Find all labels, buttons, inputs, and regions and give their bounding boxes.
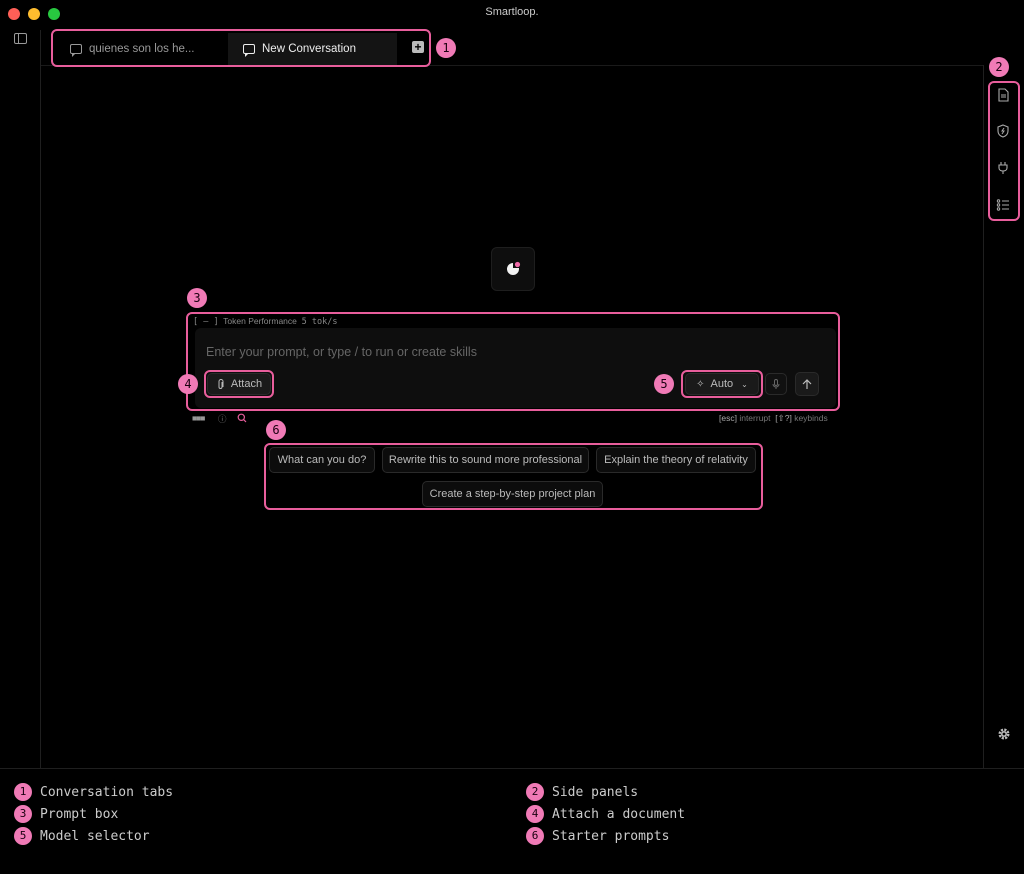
- starter-prompt[interactable]: Rewrite this to sound more professional: [382, 447, 589, 473]
- legend-label: Attach a document: [552, 806, 686, 822]
- left-divider: [40, 30, 41, 768]
- badge-6: 6: [266, 420, 286, 440]
- token-performance: [ – ] Token Performance 5 tok/s: [193, 316, 337, 327]
- logo-mark-icon: [507, 261, 521, 275]
- right-divider: [983, 65, 984, 768]
- badge-1: 1: [436, 38, 456, 58]
- help-icon[interactable]: ⓘ: [218, 413, 227, 425]
- legend-label: Prompt box: [40, 806, 119, 822]
- legend-item: 3 Prompt box: [14, 805, 118, 823]
- plug-icon[interactable]: [996, 161, 1010, 175]
- legend-badge: 4: [526, 805, 544, 823]
- hint-keybinds-key: [⇧?]: [775, 413, 792, 423]
- checklist-icon[interactable]: [996, 198, 1010, 212]
- legend-divider: [0, 768, 1024, 769]
- legend-item: 4 Attach a document: [526, 805, 685, 823]
- badge-3: 3: [187, 288, 207, 308]
- token-label: Token Performance: [223, 316, 297, 326]
- starter-prompt[interactable]: What can you do?: [269, 447, 375, 473]
- keyboard-hints: [esc] interrupt [⇧?] keybinds: [719, 413, 828, 424]
- legend-item: 1 Conversation tabs: [14, 783, 173, 801]
- hint-interrupt: interrupt: [739, 413, 771, 423]
- badge-4: 4: [178, 374, 198, 394]
- legend-label: Starter prompts: [552, 828, 670, 844]
- microphone-icon: [772, 378, 780, 389]
- legend-item: 2 Side panels: [526, 783, 638, 801]
- send-button[interactable]: [795, 372, 819, 396]
- hint-keybinds: keybinds: [794, 413, 828, 423]
- starter-prompt[interactable]: Create a step-by-step project plan: [422, 481, 603, 507]
- gear-icon[interactable]: [997, 727, 1011, 741]
- legend-item: 5 Model selector: [14, 827, 150, 845]
- microphone-button[interactable]: [765, 373, 787, 395]
- window-title: Smartloop.: [485, 6, 539, 18]
- legend-badge: 3: [14, 805, 32, 823]
- legend-label: Side panels: [552, 784, 639, 800]
- legend-badge: 5: [14, 827, 32, 845]
- legend-badge: 6: [526, 827, 544, 845]
- token-rate: 5 tok/s: [301, 317, 338, 327]
- hint-esc-key: [esc]: [719, 413, 737, 423]
- badge-2: 2: [989, 57, 1009, 77]
- starter-prompt[interactable]: Explain the theory of relativity: [596, 447, 756, 473]
- prompt-input[interactable]: Enter your prompt, or type / to run or c…: [206, 345, 477, 359]
- search-icon[interactable]: [237, 413, 247, 423]
- sidebar-toggle-icon[interactable]: [14, 33, 27, 44]
- document-icon[interactable]: [996, 88, 1010, 102]
- shield-bolt-icon[interactable]: [996, 124, 1010, 138]
- legend-label: Model selector: [40, 828, 150, 844]
- badge-5: 5: [654, 374, 674, 394]
- callout-tabs: [51, 29, 431, 67]
- arrow-up-icon: [802, 378, 812, 389]
- collapse-marker[interactable]: [ – ]: [193, 317, 219, 327]
- callout-attach: [204, 370, 274, 398]
- legend-item: 6 Starter prompts: [526, 827, 669, 845]
- app-logo: [491, 247, 535, 291]
- status-dots-icon: ■■■: [192, 413, 205, 423]
- legend-label: Conversation tabs: [40, 784, 174, 800]
- legend-badge: 1: [14, 783, 32, 801]
- legend-badge: 2: [526, 783, 544, 801]
- callout-model-selector: [681, 370, 763, 398]
